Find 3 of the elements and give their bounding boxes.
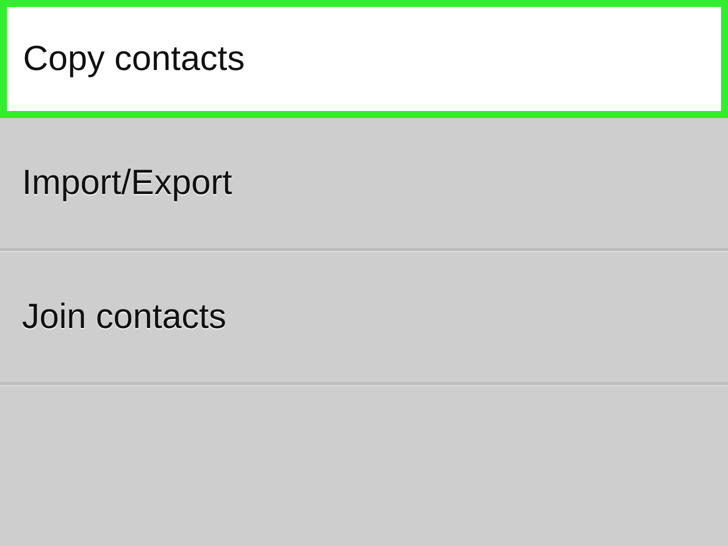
menu-item[interactable]: Copy contacts [0, 0, 728, 118]
menu-item[interactable]: Import/Export [0, 118, 728, 248]
menu-item[interactable]: Join contacts [0, 252, 728, 382]
